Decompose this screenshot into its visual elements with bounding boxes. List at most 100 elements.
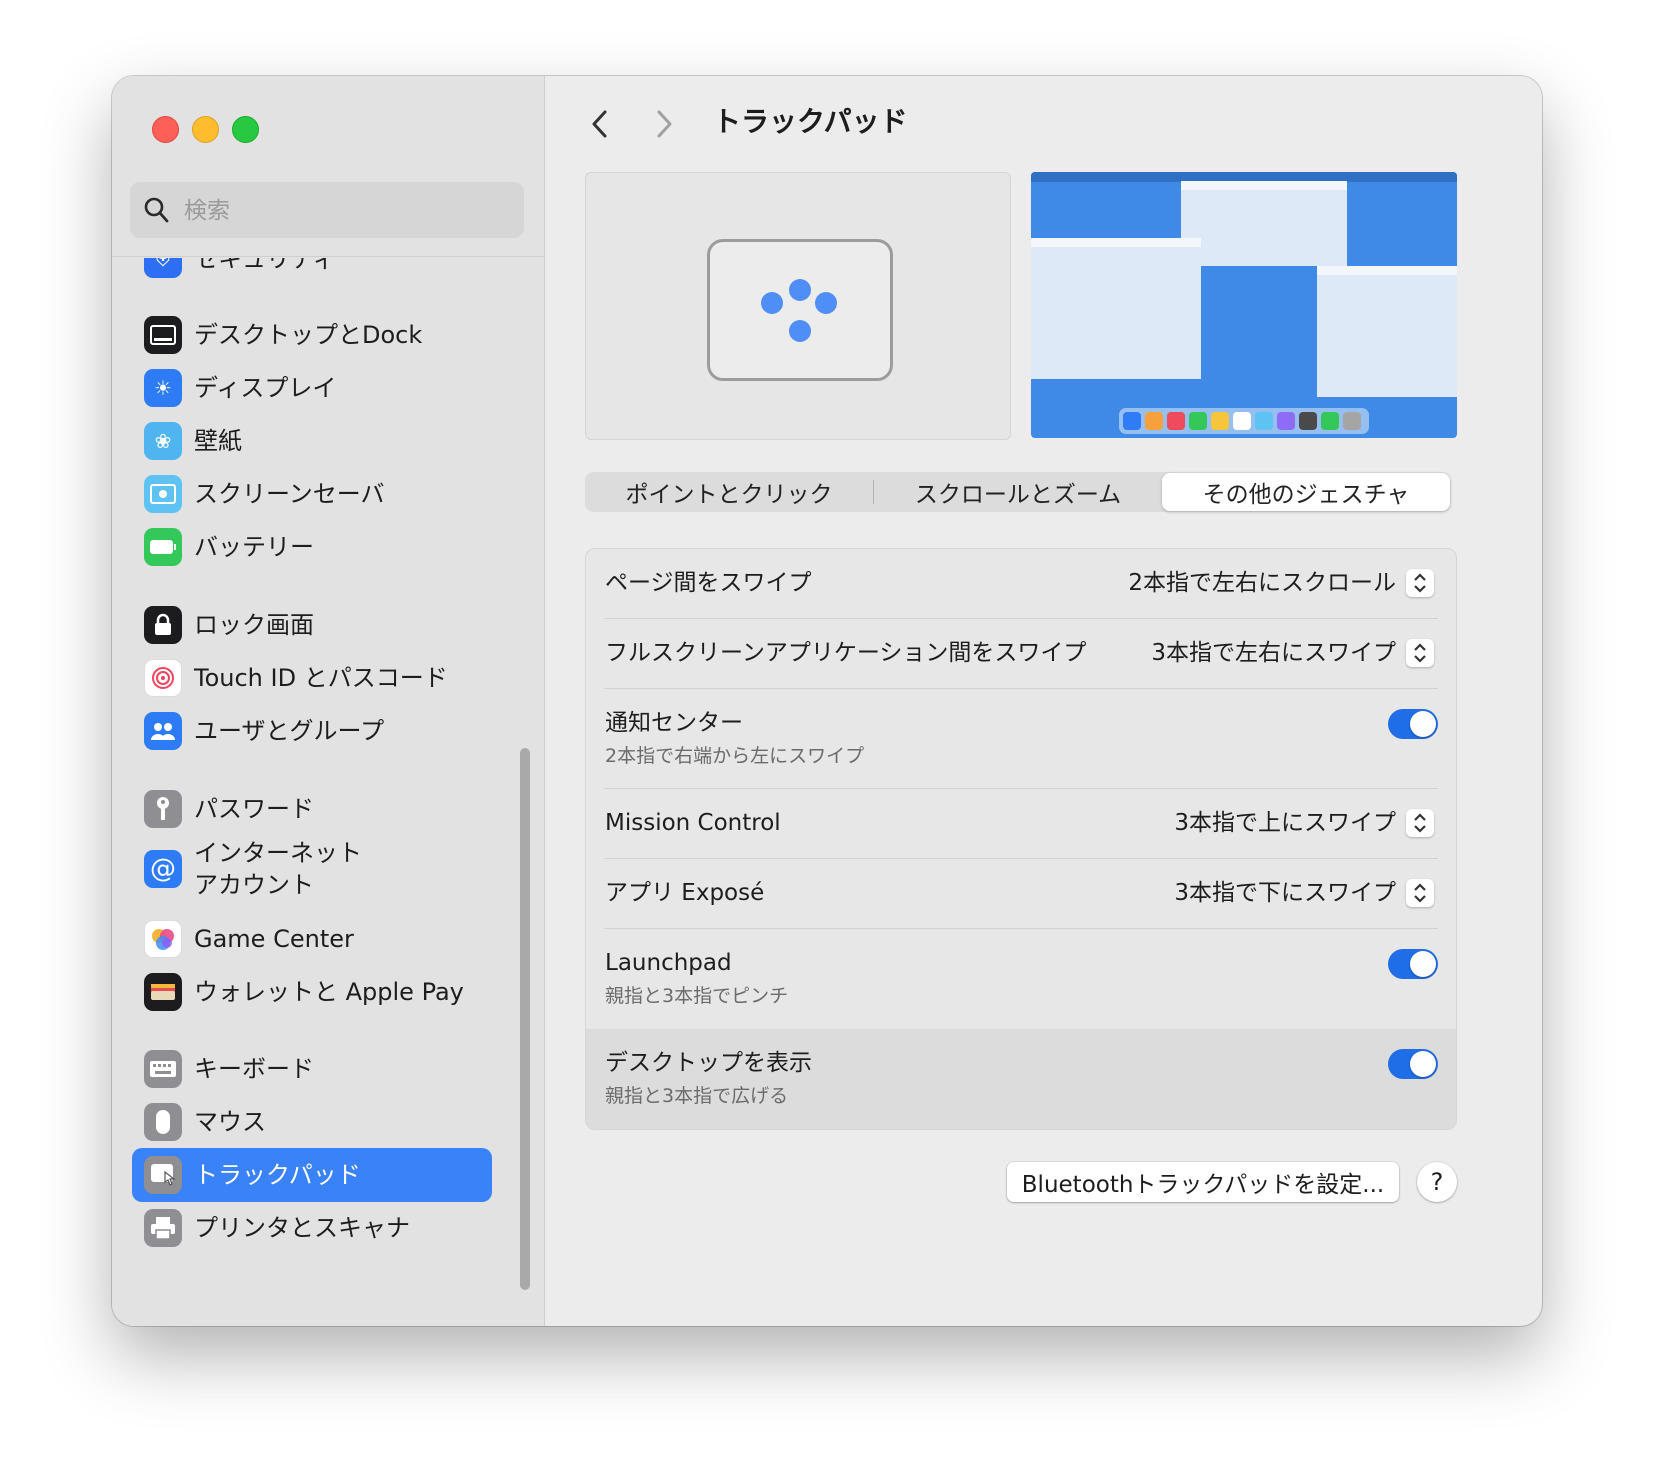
zoom-window-button[interactable]	[232, 116, 259, 143]
preview-window	[1031, 238, 1201, 379]
tab-more-gestures[interactable]: その他のジェスチャ	[1162, 473, 1450, 511]
chevron-updown-icon	[1414, 643, 1426, 663]
sidebar-item-screensaver[interactable]: スクリーンセーバ	[132, 467, 492, 521]
sidebar-item-printers[interactable]: プリンタとスキャナ	[132, 1201, 492, 1255]
dock-icon	[144, 316, 182, 354]
search-input[interactable]	[182, 192, 506, 230]
sidebar-item-label: キーボード	[194, 1055, 314, 1083]
sidebar-item-label: デスクトップとDock	[194, 321, 423, 349]
printer-icon	[144, 1209, 182, 1247]
sidebar-item-battery[interactable]: バッテリー	[132, 520, 492, 574]
screensaver-icon	[144, 475, 182, 513]
gesture-settings-list: ページ間をスワイプ 2本指で左右にスクロール フルスクリーンアプリケーション間を…	[585, 548, 1457, 1130]
close-window-button[interactable]	[152, 116, 179, 143]
sidebar-item-desktop-dock[interactable]: デスクトップとDock	[132, 308, 492, 362]
sidebar-item-label: ユーザとグループ	[194, 717, 385, 745]
setting-row-notification-center: 通知センター 2本指で右端から左にスワイプ	[586, 689, 1456, 789]
toggle-knob	[1410, 711, 1436, 737]
desktop-preview	[1031, 172, 1457, 438]
flower-icon: ❀	[144, 422, 182, 460]
popup-value[interactable]: 3本指で左右にスワイプ	[1151, 637, 1396, 669]
sidebar-item-mouse[interactable]: マウス	[132, 1095, 492, 1149]
popup-stepper[interactable]	[1406, 639, 1434, 667]
sidebar-item-display[interactable]: ☀ ディスプレイ	[132, 361, 492, 415]
setting-title: アプリ Exposé	[605, 880, 765, 906]
settings-window: ⛨ セキュリティ デスクトップとDock ☀ ディスプレイ ❀ 壁紙	[112, 76, 1542, 1326]
sidebar-item-label: Touch ID とパスコード	[194, 664, 448, 692]
page-title: トラックパッド	[713, 105, 908, 138]
setting-title: ページ間をスワイプ	[605, 570, 812, 596]
popup-stepper[interactable]	[1406, 879, 1434, 907]
popup-stepper[interactable]	[1406, 809, 1434, 837]
sidebar-item-keyboard[interactable]: キーボード	[132, 1042, 492, 1096]
sidebar-item-game-center[interactable]: Game Center	[132, 912, 492, 966]
sidebar-item-label: スクリーンセーバ	[194, 480, 385, 508]
preview-window	[1317, 266, 1457, 397]
minimize-window-button[interactable]	[192, 116, 219, 143]
sidebar-item-label: マウス	[194, 1108, 266, 1136]
sidebar-list[interactable]: ⛨ セキュリティ デスクトップとDock ☀ ディスプレイ ❀ 壁紙 スクリーン…	[112, 258, 544, 1326]
trackpad-illustration	[707, 239, 893, 381]
sidebar-item-internet-accounts[interactable]: @ インターネット アカウント	[132, 831, 492, 907]
gesture-preview	[585, 172, 1011, 440]
tab-scroll-zoom[interactable]: スクロールとズーム	[874, 473, 1162, 511]
setting-subtitle: 親指と3本指で広げる	[605, 1085, 789, 1107]
sidebar-item-wallet[interactable]: ウォレットと Apple Pay	[132, 965, 492, 1019]
tab-point-click[interactable]: ポイントとクリック	[585, 473, 873, 511]
sidebar-item-trackpad[interactable]: トラックパッド	[132, 1148, 492, 1202]
setting-row-app-expose: アプリ Exposé 3本指で下にスワイプ	[586, 859, 1456, 929]
battery-icon	[144, 528, 182, 566]
sidebar-item-label: パスワード	[194, 795, 314, 823]
back-arrow-icon[interactable]	[585, 106, 615, 142]
sidebar-item-passwords[interactable]: パスワード	[132, 782, 492, 836]
users-icon	[144, 712, 182, 750]
sidebar-item-label: Game Center	[194, 925, 354, 953]
sidebar-item-security[interactable]: ⛨ セキュリティ	[132, 258, 492, 286]
setting-title: Launchpad	[605, 950, 732, 976]
chevron-updown-icon	[1414, 573, 1426, 593]
sidebar-item-touch-id[interactable]: Touch ID とパスコード	[132, 651, 492, 705]
sidebar-item-wallpaper[interactable]: ❀ 壁紙	[132, 414, 492, 468]
popup-value[interactable]: 3本指で下にスワイプ	[1174, 877, 1396, 909]
setting-row-swipe-fullscreen: フルスクリーンアプリケーション間をスワイプ 3本指で左右にスワイプ	[586, 619, 1456, 689]
setting-title: デスクトップを表示	[605, 1050, 812, 1076]
thumb-dot	[789, 320, 811, 342]
popup-value[interactable]: 3本指で上にスワイプ	[1174, 807, 1396, 839]
setting-subtitle: 親指と3本指でピンチ	[605, 985, 789, 1007]
wallet-icon	[144, 973, 182, 1011]
sidebar-item-label: トラックパッド	[194, 1161, 361, 1189]
mouse-icon	[144, 1103, 182, 1141]
chevron-updown-icon	[1414, 813, 1426, 833]
notification-center-toggle[interactable]	[1388, 709, 1438, 739]
sidebar-scrollbar[interactable]	[520, 748, 530, 1290]
sidebar-item-users-groups[interactable]: ユーザとグループ	[132, 704, 492, 758]
search-icon	[144, 197, 169, 223]
key-icon	[144, 790, 182, 828]
main-content: トラックパッド ポイントとクリック スクロールとズーム その他のジェスチャ ペー…	[545, 76, 1542, 1326]
setting-title: 通知センター	[605, 710, 743, 736]
search-field[interactable]	[130, 182, 524, 238]
sidebar-item-label: ロック画面	[194, 611, 314, 639]
sidebar-item-label: バッテリー	[194, 533, 314, 561]
setting-row-launchpad: Launchpad 親指と3本指でピンチ	[586, 929, 1456, 1029]
forward-arrow-icon[interactable]	[649, 106, 679, 142]
toggle-knob	[1410, 951, 1436, 977]
trackpad-icon	[144, 1156, 182, 1194]
preview-window	[1181, 181, 1347, 266]
at-icon: @	[144, 850, 182, 888]
show-desktop-toggle[interactable]	[1388, 1049, 1438, 1079]
popup-stepper[interactable]	[1406, 569, 1434, 597]
popup-value[interactable]: 2本指で左右にスクロール	[1128, 567, 1396, 599]
setting-title: フルスクリーンアプリケーション間をスワイプ	[605, 640, 1087, 666]
sidebar-item-label: ディスプレイ	[194, 374, 337, 402]
setting-title: Mission Control	[605, 810, 781, 836]
finger-dot	[815, 292, 837, 314]
launchpad-toggle[interactable]	[1388, 949, 1438, 979]
sidebar-item-label: インターネット アカウント	[194, 839, 362, 899]
sidebar-item-lock-screen[interactable]: ロック画面	[132, 598, 492, 652]
setting-row-swipe-pages: ページ間をスワイプ 2本指で左右にスクロール	[586, 549, 1456, 619]
sidebar-item-label: ウォレットと Apple Pay	[194, 978, 464, 1006]
setup-bluetooth-trackpad-button[interactable]: Bluetoothトラックパッドを設定...	[1007, 1162, 1399, 1202]
chevron-updown-icon	[1414, 883, 1426, 903]
help-button[interactable]: ?	[1417, 1162, 1457, 1202]
